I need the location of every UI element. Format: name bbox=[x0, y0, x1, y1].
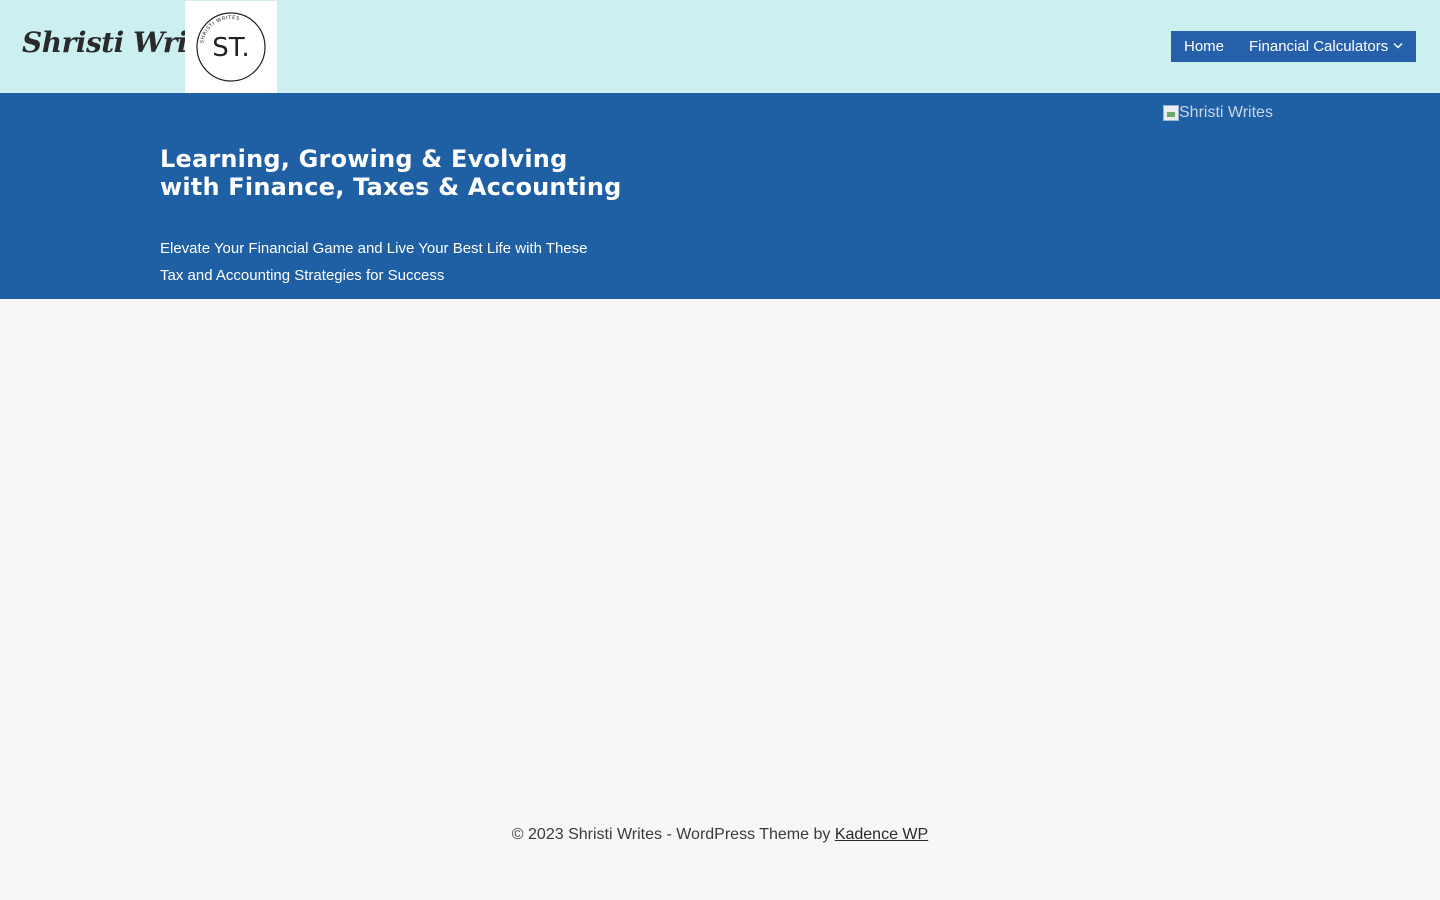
nav-item-label: Financial Calculators bbox=[1249, 38, 1389, 55]
hero-image-broken: Shristi Writes bbox=[1163, 104, 1273, 122]
footer-copyright: © 2023 Shristi Writes - WordPress Theme … bbox=[511, 826, 831, 843]
nav-item-financial-calculators[interactable]: Financial Calculators bbox=[1237, 31, 1403, 62]
chevron-down-icon bbox=[1393, 41, 1403, 52]
site-footer: © 2023 Shristi Writes - WordPress Theme … bbox=[0, 826, 1440, 844]
hero-banner: Learning, Growing & Evolving with Financ… bbox=[0, 93, 1440, 299]
site-logo[interactable]: ST. SHRISTI WRITES bbox=[185, 1, 277, 93]
hero-image-alt: Shristi Writes bbox=[1179, 104, 1273, 121]
logo-image: ST. SHRISTI WRITES bbox=[196, 12, 266, 82]
hero-subtitle: Elevate Your Financial Game and Live You… bbox=[160, 240, 588, 284]
site-header: Shristi Writes ST. SHRISTI WRITES Home F… bbox=[0, 0, 1440, 93]
logo-mark: ST. bbox=[212, 33, 250, 63]
main-nav: Home Financial Calculators bbox=[1171, 31, 1416, 62]
footer-kadence-link[interactable]: Kadence WP bbox=[835, 826, 928, 843]
broken-image-icon bbox=[1163, 105, 1179, 121]
hero-title: Learning, Growing & Evolving with Financ… bbox=[160, 145, 622, 201]
nav-item-label: Home bbox=[1184, 38, 1225, 55]
nav-item-home[interactable]: Home bbox=[1171, 31, 1237, 62]
